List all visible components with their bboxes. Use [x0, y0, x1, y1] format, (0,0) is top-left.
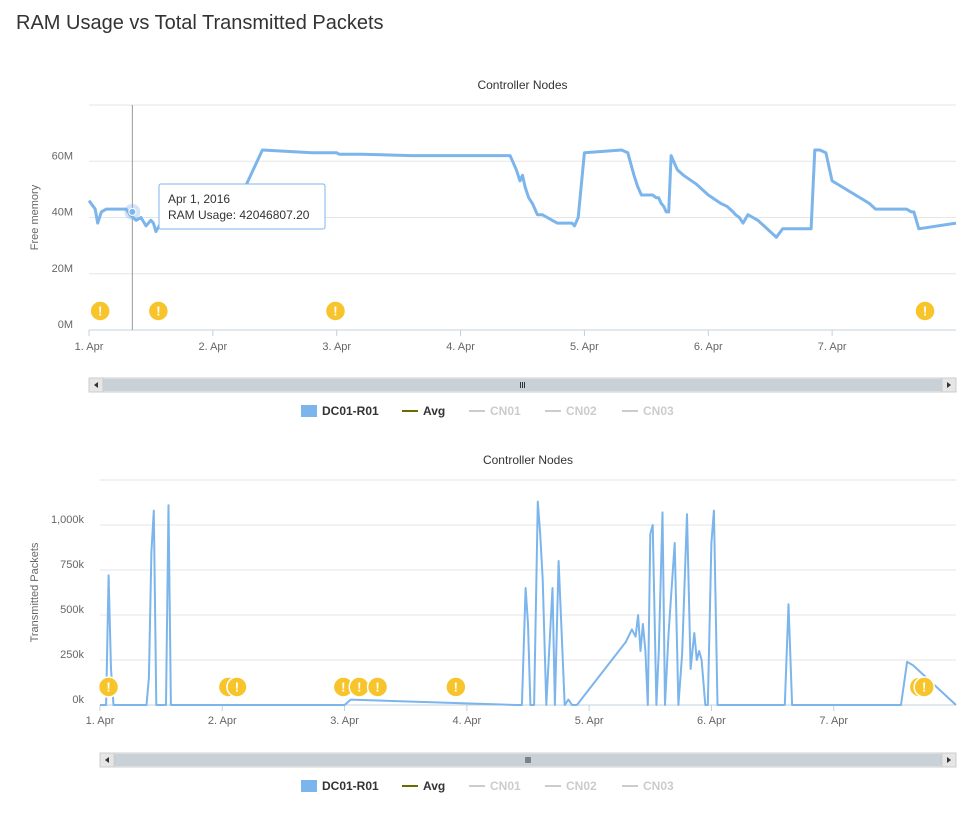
x-tick-label: 2. Apr	[198, 341, 227, 353]
legend: DC01-R01 Avg CN01 CN02 CN03	[301, 779, 674, 793]
y-axis-label: Free memory	[29, 184, 41, 250]
x-tick-label: 5. Apr	[575, 715, 604, 727]
legend-item-dc01-r01[interactable]: DC01-R01	[301, 404, 379, 418]
legend-item-avg[interactable]: Avg	[402, 779, 445, 793]
chart-2: Controller Nodes 0k 250k 500k 750k 1,000k Tran…	[29, 453, 957, 793]
alert-marker-icon[interactable]: !	[226, 676, 248, 698]
alert-marker-icon[interactable]: !	[914, 300, 936, 322]
legend-label: CN02	[566, 404, 597, 418]
alert-glyph: !	[98, 304, 102, 319]
legend-item-avg[interactable]: Avg	[402, 404, 445, 418]
chart-title: Controller Nodes	[477, 78, 567, 92]
y-tick-label: 500k	[60, 604, 84, 616]
legend-label: CN03	[643, 779, 674, 793]
legend-item-cn02[interactable]: CN02	[545, 779, 597, 793]
legend-label: Avg	[423, 404, 445, 418]
alert-marker-icon[interactable]: !	[324, 300, 347, 322]
alert-glyph: !	[923, 304, 927, 319]
legend: DC01-R01 Avg CN01 CN02 CN03	[301, 404, 674, 418]
tooltip: Apr 1, 2016 RAM Usage: 42046807.20	[158, 183, 326, 230]
legend-item-dc01-r01[interactable]: DC01-R01	[301, 779, 379, 793]
charts-canvas: Controller Nodes 0M 20M 40M 60M Free memory 1.…	[29, 78, 957, 793]
x-tick-label: 4. Apr	[452, 715, 481, 727]
y-tick-label: 40M	[52, 207, 73, 219]
x-tick-label: 2. Apr	[208, 715, 237, 727]
x-tick-label: 6. Apr	[694, 341, 723, 353]
chart-1: Controller Nodes 0M 20M 40M 60M Free memory 1.…	[29, 78, 957, 418]
tooltip-date: Apr 1, 2016	[168, 192, 230, 206]
legend-swatch	[301, 780, 317, 792]
y-tick-label: 0k	[72, 694, 84, 706]
alert-marker-icon[interactable]: !	[89, 300, 111, 322]
y-axis-label: Transmitted Packets	[29, 542, 41, 642]
range-scrollbar[interactable]	[99, 752, 957, 768]
x-tick-label: 3. Apr	[322, 341, 351, 353]
legend-label: CN01	[490, 404, 521, 418]
x-tick-label: 7. Apr	[819, 715, 848, 727]
tooltip-value: RAM Usage: 42046807.20	[168, 208, 310, 222]
x-tick-label: 1. Apr	[75, 341, 104, 353]
series-line-dc01-r01[interactable]	[100, 500, 957, 706]
legend-label: CN02	[566, 779, 597, 793]
alert-glyph: !	[235, 680, 239, 695]
alert-glyph: !	[156, 304, 160, 319]
alert-marker-icon[interactable]: !	[366, 676, 389, 698]
y-tick-label: 0M	[58, 319, 73, 331]
hover-point[interactable]	[128, 207, 137, 216]
y-tick-label: 750k	[60, 559, 84, 571]
x-tick-label: 5. Apr	[570, 341, 599, 353]
alert-marker-icon[interactable]: !	[348, 676, 370, 698]
legend-swatch	[301, 405, 317, 417]
y-tick-label: 1,000k	[51, 514, 85, 526]
x-tick-label: 7. Apr	[818, 341, 847, 353]
alert-glyph: !	[341, 680, 345, 695]
tooltip-box	[158, 183, 326, 230]
legend-item-cn02[interactable]: CN02	[545, 404, 597, 418]
chart-title: Controller Nodes	[483, 453, 573, 467]
alert-glyph: !	[357, 680, 361, 695]
legend-label: Avg	[423, 779, 445, 793]
alert-glyph: !	[454, 680, 458, 695]
legend-item-cn03[interactable]: CN03	[622, 779, 674, 793]
alert-glyph: !	[106, 680, 110, 695]
alert-marker-icon[interactable]: !	[97, 676, 120, 698]
x-tick-label: 3. Apr	[330, 715, 359, 727]
x-tick-label: 6. Apr	[697, 715, 726, 727]
legend-label: CN03	[643, 404, 674, 418]
y-tick-label: 250k	[60, 649, 84, 661]
alert-glyph: !	[922, 680, 926, 695]
alert-marker-icon[interactable]: !	[913, 676, 935, 698]
x-tick-label: 1. Apr	[86, 715, 115, 727]
alert-marker-icon[interactable]: !	[445, 676, 467, 698]
legend-label: DC01-R01	[322, 779, 379, 793]
range-scrollbar[interactable]	[88, 377, 957, 393]
x-tick-label: 4. Apr	[446, 341, 475, 353]
alert-marker-icon[interactable]: !	[147, 300, 170, 322]
legend-label: DC01-R01	[322, 404, 379, 418]
y-tick-label: 20M	[52, 263, 73, 275]
legend-item-cn01[interactable]: CN01	[469, 404, 521, 418]
y-tick-label: 60M	[52, 150, 73, 162]
alert-glyph: !	[333, 304, 337, 319]
alert-glyph: !	[375, 680, 379, 695]
legend-item-cn01[interactable]: CN01	[469, 779, 521, 793]
legend-item-cn03[interactable]: CN03	[622, 404, 674, 418]
legend-label: CN01	[490, 779, 521, 793]
